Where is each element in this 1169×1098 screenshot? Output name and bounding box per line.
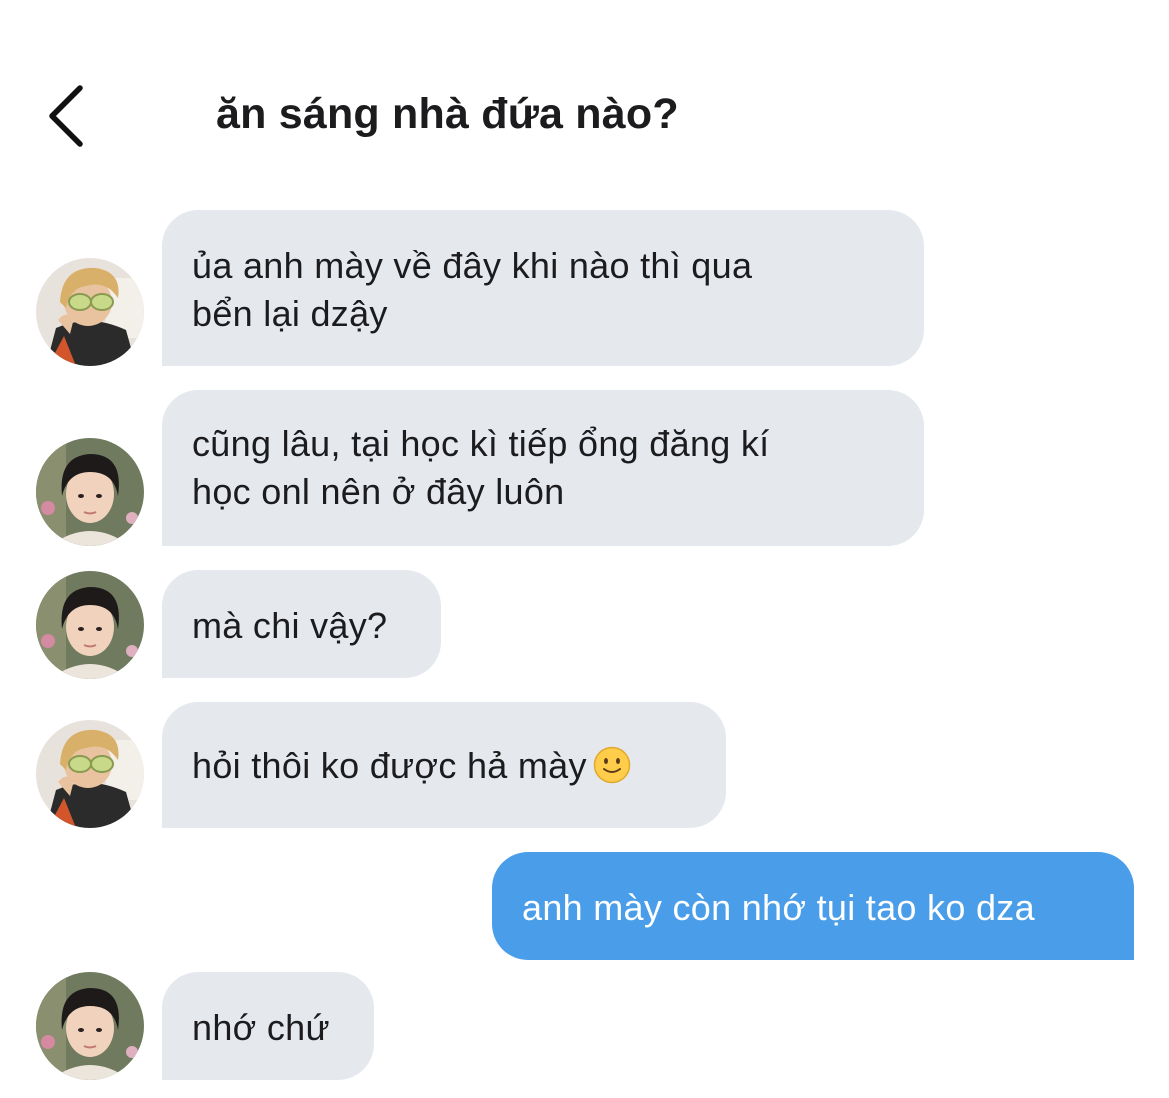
avatar-dark-hair: [36, 972, 144, 1080]
avatar-blonde-sunglasses: [36, 258, 144, 366]
message-text: anh mày còn nhớ tụi tao ko dza: [522, 887, 1035, 928]
message-bubble[interactable]: nhớ chứ: [162, 972, 374, 1080]
message-text: ủa anh mày về đây khi nào thì qua: [192, 245, 753, 286]
message-bubble-outgoing[interactable]: anh mày còn nhớ tụi tao ko dza: [492, 852, 1134, 960]
message-text: hỏi thôi ko được hả mày: [192, 745, 587, 786]
chevron-left-icon: [49, 85, 83, 147]
conversation-title: ăn sáng nhà đứa nào?: [216, 90, 679, 138]
avatar-dark-hair: [36, 571, 144, 679]
avatar[interactable]: [36, 720, 144, 828]
avatar[interactable]: [36, 258, 144, 366]
back-button[interactable]: [40, 80, 100, 150]
message-text: mà chi vậy?: [192, 605, 388, 646]
message-bubble[interactable]: ủa anh mày về đây khi nào thì qua bển lạ…: [162, 210, 924, 366]
message-bubble[interactable]: mà chi vậy?: [162, 570, 441, 678]
avatar[interactable]: [36, 972, 144, 1080]
avatar-blonde-sunglasses: [36, 720, 144, 828]
avatar-dark-hair: [36, 438, 144, 546]
message-text: nhớ chứ: [192, 1007, 330, 1048]
message-bubble[interactable]: hỏi thôi ko được hả mày: [162, 702, 726, 828]
message-bubble[interactable]: cũng lâu, tại học kì tiếp ổng đăng kí họ…: [162, 390, 924, 546]
message-text: cũng lâu, tại học kì tiếp ổng đăng kí: [192, 423, 770, 464]
avatar[interactable]: [36, 571, 144, 679]
message-text: học onl nên ở đây luôn: [192, 471, 565, 512]
message-text: bển lại dzậy: [192, 293, 388, 334]
message-row: hỏi thôi ko được hả mày: [192, 742, 696, 790]
avatar[interactable]: [36, 438, 144, 546]
slightly-smiling-face-icon: [593, 746, 631, 784]
